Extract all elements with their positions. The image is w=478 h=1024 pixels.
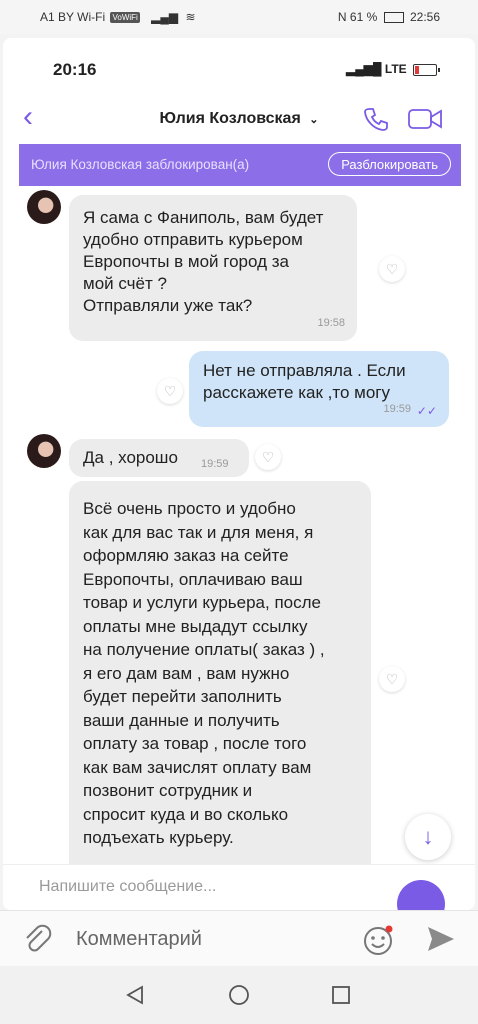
send-icon[interactable]: [426, 925, 456, 953]
message-line: спросит куда и во сколько: [83, 804, 289, 824]
contact-name-label: Юлия Козловская: [159, 110, 301, 127]
video-call-icon[interactable]: [407, 106, 445, 132]
message-line: как для вас так и для меня, я: [83, 522, 314, 542]
heart-icon[interactable]: ♡: [379, 666, 405, 692]
comment-bar: Комментарий: [0, 910, 478, 967]
outgoing-message[interactable]: Нет не отправляла . Если расскажете как …: [189, 351, 449, 427]
message-line: товар и услуги курьера, после: [83, 593, 321, 612]
avatar[interactable]: [27, 434, 61, 468]
message-line: как вам зачислят оплату вам: [83, 757, 312, 777]
message-line: оплату за товар , после того: [83, 734, 307, 753]
blocked-banner: Юлия Козловская заблокирован(а) Разблоки…: [19, 144, 461, 186]
inner-clock: 20:16: [53, 60, 97, 79]
battery-percent: 61 %: [349, 10, 378, 24]
battery-icon: [383, 12, 404, 24]
message-line: Отправляли уже так?: [83, 296, 253, 315]
message-line: подъехать курьеру.: [83, 828, 234, 847]
signal-bars-icon: ▂▄▆█: [346, 62, 382, 76]
message-line: Нет не отправляла . Если: [203, 361, 406, 380]
message-line: Европочты в мой город за: [83, 252, 289, 271]
message-line: расскажете как ,то могу: [203, 383, 390, 402]
vowifi-badge: VoWiFi: [110, 12, 140, 24]
clock: 22:56: [409, 10, 440, 24]
signal-icon: ▂▄▆: [151, 10, 179, 24]
back-triangle-icon[interactable]: [124, 984, 146, 1006]
message-time: 19:59: [201, 458, 229, 470]
chevron-down-icon: ⌄: [309, 114, 319, 126]
emoji-icon[interactable]: [362, 923, 396, 957]
message-line: удобно отправить курьером: [83, 230, 303, 249]
incoming-message[interactable]: Да , хорошо 19:59: [69, 439, 249, 477]
chat-header: ‹ Юлия Козловская ⌄: [3, 98, 475, 142]
network-type: LTE: [384, 62, 407, 76]
wifi-icon: ≋: [185, 10, 196, 24]
paperclip-icon[interactable]: [22, 923, 52, 955]
message-time: 19:58: [317, 317, 345, 329]
unblock-button[interactable]: Разблокировать: [328, 152, 451, 176]
message-line: Я сама с Фаниполь, вам будет: [83, 208, 324, 227]
nfc-icon: N: [337, 10, 347, 24]
blocked-text: Юлия Козловская заблокирован(а): [31, 157, 250, 172]
message-line: на получение оплаты( заказ ) ,: [83, 640, 325, 659]
carrier-label: A1 BY Wi-Fi: [40, 10, 106, 24]
system-status-bar: A1 BY Wi-Fi VoWiFi ▂▄▆ ≋ N 61 % 22:56: [0, 0, 478, 34]
comment-input[interactable]: Комментарий: [76, 928, 202, 951]
chat-screen: 20:16 ▂▄▆█ LTE ‹ Юлия Козловская ⌄ Юлия …: [3, 38, 475, 910]
message-text: Да , хорошо: [83, 448, 178, 467]
incoming-message[interactable]: Я сама с Фаниполь, вам будет удобно отпр…: [69, 195, 357, 341]
heart-icon[interactable]: ♡: [157, 378, 183, 404]
message-line: мой счёт ?: [83, 274, 167, 293]
message-line: Всё очень просто и удобно: [83, 499, 296, 518]
message-line: я его дам вам , вам нужно: [83, 663, 290, 683]
read-checkmarks-icon: ✓✓: [416, 404, 437, 418]
scroll-down-icon[interactable]: ↓: [405, 814, 451, 860]
avatar[interactable]: [27, 190, 61, 224]
inner-status-icons: ▂▄▆█ LTE: [346, 62, 440, 76]
android-nav-bar: [0, 966, 478, 1024]
phone-call-icon[interactable]: [363, 106, 389, 132]
incoming-message[interactable]: Всё очень просто и удобно как для вас та…: [69, 481, 371, 910]
message-line: ваши данные и получить: [83, 710, 280, 730]
message-line: будет перейти заполнить: [83, 687, 282, 706]
home-circle-icon[interactable]: [228, 984, 250, 1006]
heart-icon[interactable]: ♡: [255, 444, 281, 470]
message-input[interactable]: Напишите сообщение...: [39, 878, 216, 896]
contact-name[interactable]: Юлия Козловская ⌄: [3, 110, 475, 128]
message-line: оформляю заказ на сейте: [83, 546, 289, 565]
low-battery-icon: [413, 63, 440, 76]
message-line: позвонит сотрудник и: [83, 781, 253, 800]
message-line: оплаты мне выдадут ссылку: [83, 616, 308, 636]
message-time: 19:59: [383, 403, 411, 415]
message-line: Европочты, оплачиваю ваш: [83, 569, 303, 589]
recents-square-icon[interactable]: [330, 984, 352, 1006]
heart-icon[interactable]: ♡: [379, 256, 405, 282]
